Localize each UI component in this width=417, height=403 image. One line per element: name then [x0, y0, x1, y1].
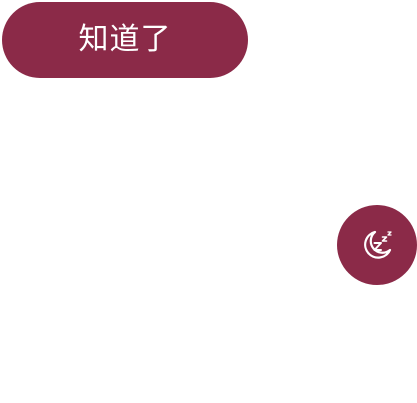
sleep-mode-button[interactable]	[337, 205, 417, 285]
moon-sleep-icon	[358, 226, 396, 264]
got-it-button[interactable]: 知道了	[2, 2, 248, 78]
